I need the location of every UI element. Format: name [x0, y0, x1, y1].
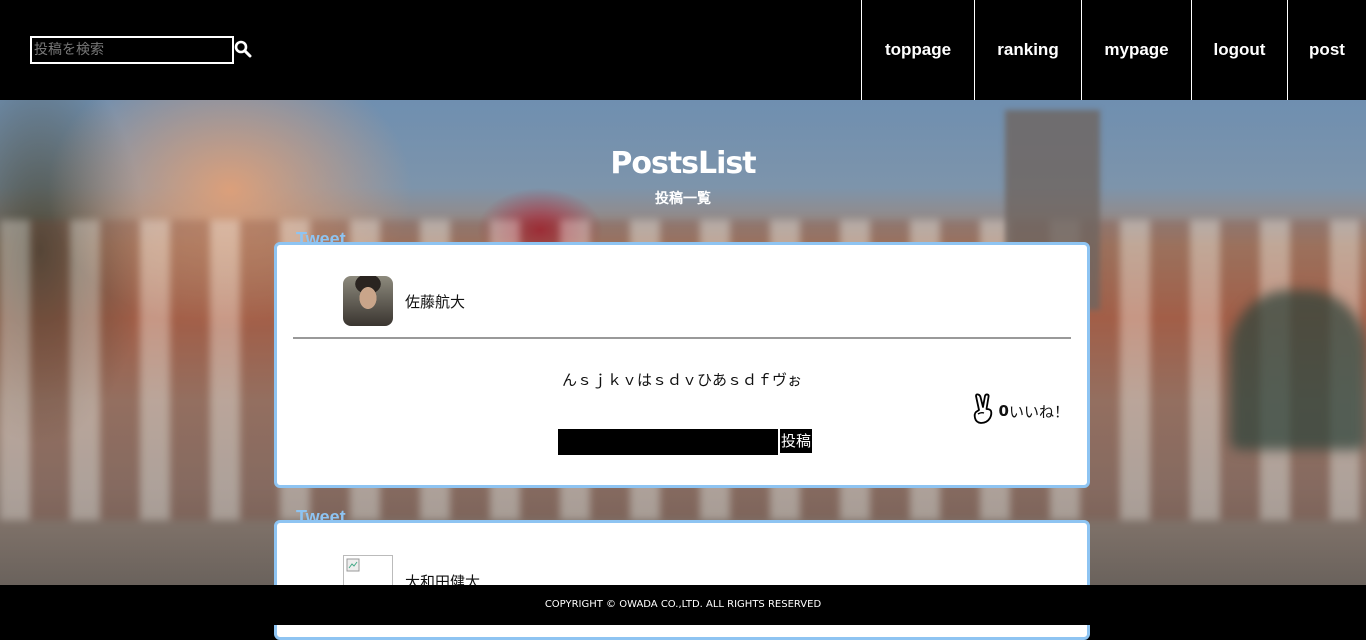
- site-footer: COPYRIGHT © OWADA CO.,LTD. ALL RIGHTS RE…: [0, 585, 1366, 625]
- avatar[interactable]: [343, 276, 393, 326]
- peace-hand-icon: [971, 393, 997, 429]
- nav-toppage[interactable]: toppage: [861, 0, 974, 100]
- page-subtitle: 投稿一覧: [655, 191, 711, 207]
- nav-ranking[interactable]: ranking: [974, 0, 1081, 100]
- main-nav: toppage ranking mypage logout post: [861, 0, 1366, 100]
- tweet-label: Tweet: [296, 229, 346, 249]
- comment-submit-button[interactable]: 投稿: [780, 429, 813, 453]
- broken-image-icon: [346, 558, 360, 572]
- post-body: んｓｊｋｖはｓｄｖひあｓｄｆヴぉ: [561, 371, 802, 389]
- nav-logout[interactable]: logout: [1191, 0, 1287, 100]
- search-input[interactable]: [30, 36, 234, 64]
- background-tree: [1230, 290, 1366, 450]
- tweet-label: Tweet: [296, 507, 346, 527]
- like-label: いいね！: [1008, 402, 1069, 421]
- page-title: PostsList: [610, 146, 756, 181]
- site-header: toppage ranking mypage logout post: [0, 0, 1366, 100]
- nav-post[interactable]: post: [1287, 0, 1366, 100]
- divider: [293, 337, 1071, 339]
- post-username[interactable]: 佐藤航大: [405, 291, 465, 312]
- nav-mypage[interactable]: mypage: [1081, 0, 1191, 100]
- search-icon[interactable]: [234, 40, 254, 60]
- comment-input[interactable]: [558, 429, 778, 455]
- post-card: 佐藤航大 んｓｊｋｖはｓｄｖひあｓｄｆヴぉ 0 いいね！ 投稿: [274, 242, 1090, 488]
- like-button[interactable]: 0 いいね！: [971, 393, 1069, 429]
- like-count: 0: [998, 402, 1009, 420]
